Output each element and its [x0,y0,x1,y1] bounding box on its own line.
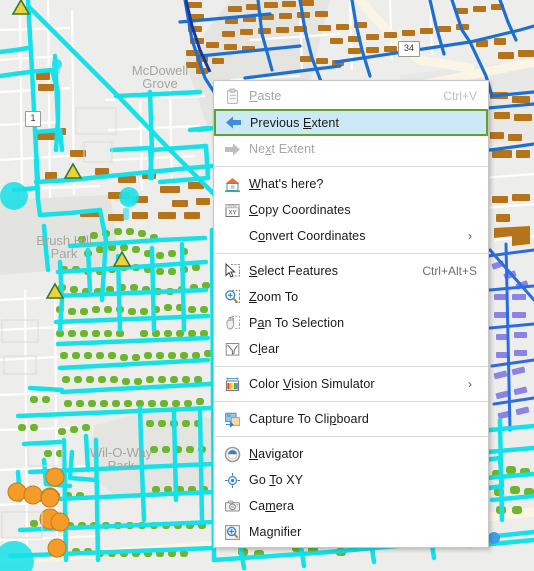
capture-clipboard-icon [215,406,249,432]
menu-item-label: Previous Extent [250,115,340,130]
clear-selection-icon [215,336,249,362]
menu-item-select-features[interactable]: Select Features Ctrl+Alt+S [215,258,487,284]
menu-item-next-extent[interactable]: Next Extent [215,136,487,162]
menu-item-shortcut: Ctrl+V [443,89,477,103]
menu-item-label: Select Features [249,264,339,278]
menu-item-navigator[interactable]: Navigator [215,441,487,467]
menu-item-label: Camera [249,499,295,513]
house-icon [215,171,249,197]
crosshair-target-icon [215,467,249,493]
highway-shield: 34 [398,41,420,57]
menu-item-copy-coordinates[interactable]: XYXY XY Copy Coordinates [215,197,487,223]
menu-item-label: Zoom To [249,290,299,304]
menu-item-magnifier[interactable]: Magnifier [215,519,487,545]
select-arrow-icon [215,258,249,284]
clipboard-paste-icon [215,83,249,109]
xy-coordinates-icon: XYXY XY [215,197,249,223]
arrow-right-icon [215,136,249,162]
highway-shield: 1 [25,111,41,127]
svg-text:XYXY: XYXY [227,204,237,208]
color-bars-icon [215,371,249,397]
menu-item-zoom-to[interactable]: Zoom To [215,284,487,310]
menu-item-label: Magnifier [249,525,302,539]
menu-item-previous-extent[interactable]: Previous Extent [214,109,488,136]
menu-item-label: Navigator [249,447,304,461]
menu-item-label: Copy Coordinates [249,203,351,217]
magnifier-icon [215,519,249,545]
menu-item-label: Convert Coordinates [249,229,366,243]
menu-item-paste[interactable]: Paste Ctrl+V [215,83,487,109]
menu-separator [214,436,488,437]
menu-item-pan-to-selection[interactable]: Pan To Selection [215,310,487,336]
menu-item-whats-here[interactable]: What's here? [215,171,487,197]
menu-item-camera[interactable]: Camera [215,493,487,519]
map-context-menu[interactable]: Paste Ctrl+V Previous Extent Next Extent [213,80,489,548]
zoom-in-magnifier-icon [215,284,249,310]
menu-item-label: Go To XY [249,473,304,487]
menu-item-color-vision-simulator[interactable]: Color Vision Simulator › [215,371,487,397]
menu-separator [214,166,488,167]
chevron-right-icon: › [468,377,472,391]
menu-separator [214,401,488,402]
chevron-right-icon: › [468,229,472,243]
menu-item-label: Next Extent [249,142,315,156]
menu-item-label: Color Vision Simulator [249,377,375,391]
menu-item-capture-to-clipboard[interactable]: Capture To Clipboard [215,406,487,432]
menu-item-label: Capture To Clipboard [249,412,369,426]
screenshot-root: McDowell Grove Brush Hill Park Wil-O-Way… [0,0,534,571]
svg-text:XY: XY [228,209,236,216]
arrow-left-icon [216,110,250,136]
menu-separator [214,253,488,254]
menu-item-label: What's here? [249,177,324,191]
menu-separator [214,366,488,367]
menu-item-clear[interactable]: Clear [215,336,487,362]
pan-hand-icon [215,310,249,336]
menu-item-label: Clear [249,342,280,356]
menu-item-convert-coordinates[interactable]: Convert Coordinates › [215,223,487,249]
menu-item-label: Paste [249,89,282,103]
navigator-dial-icon [215,441,249,467]
menu-item-label: Pan To Selection [249,316,345,330]
camera-icon [215,493,249,519]
no-icon [215,223,249,249]
menu-item-shortcut: Ctrl+Alt+S [422,264,477,278]
menu-item-go-to-xy[interactable]: Go To XY [215,467,487,493]
